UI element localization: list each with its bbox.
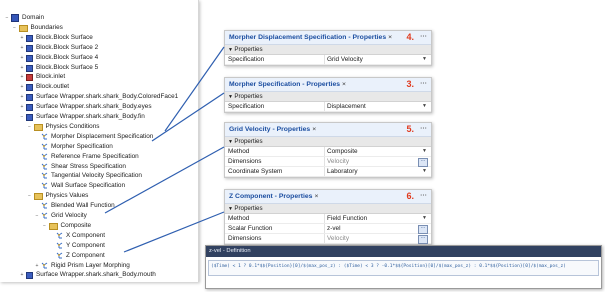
connector-line-4	[164, 46, 225, 132]
definition-expression-field[interactable]: ($Time) < 1 ? 0.1*$${Position}[0]/$(max_…	[208, 260, 599, 276]
definition-window: z-vel - Definition ($Time) < 1 ? 0.1*$${…	[205, 245, 602, 289]
definition-expression: ($Time) < 1 ? 0.1*$${Position}[0]/$(max_…	[211, 264, 566, 269]
connector-line-3	[151, 92, 225, 142]
definition-title: z-vel - Definition	[206, 246, 601, 257]
connector-line-5	[104, 146, 225, 214]
